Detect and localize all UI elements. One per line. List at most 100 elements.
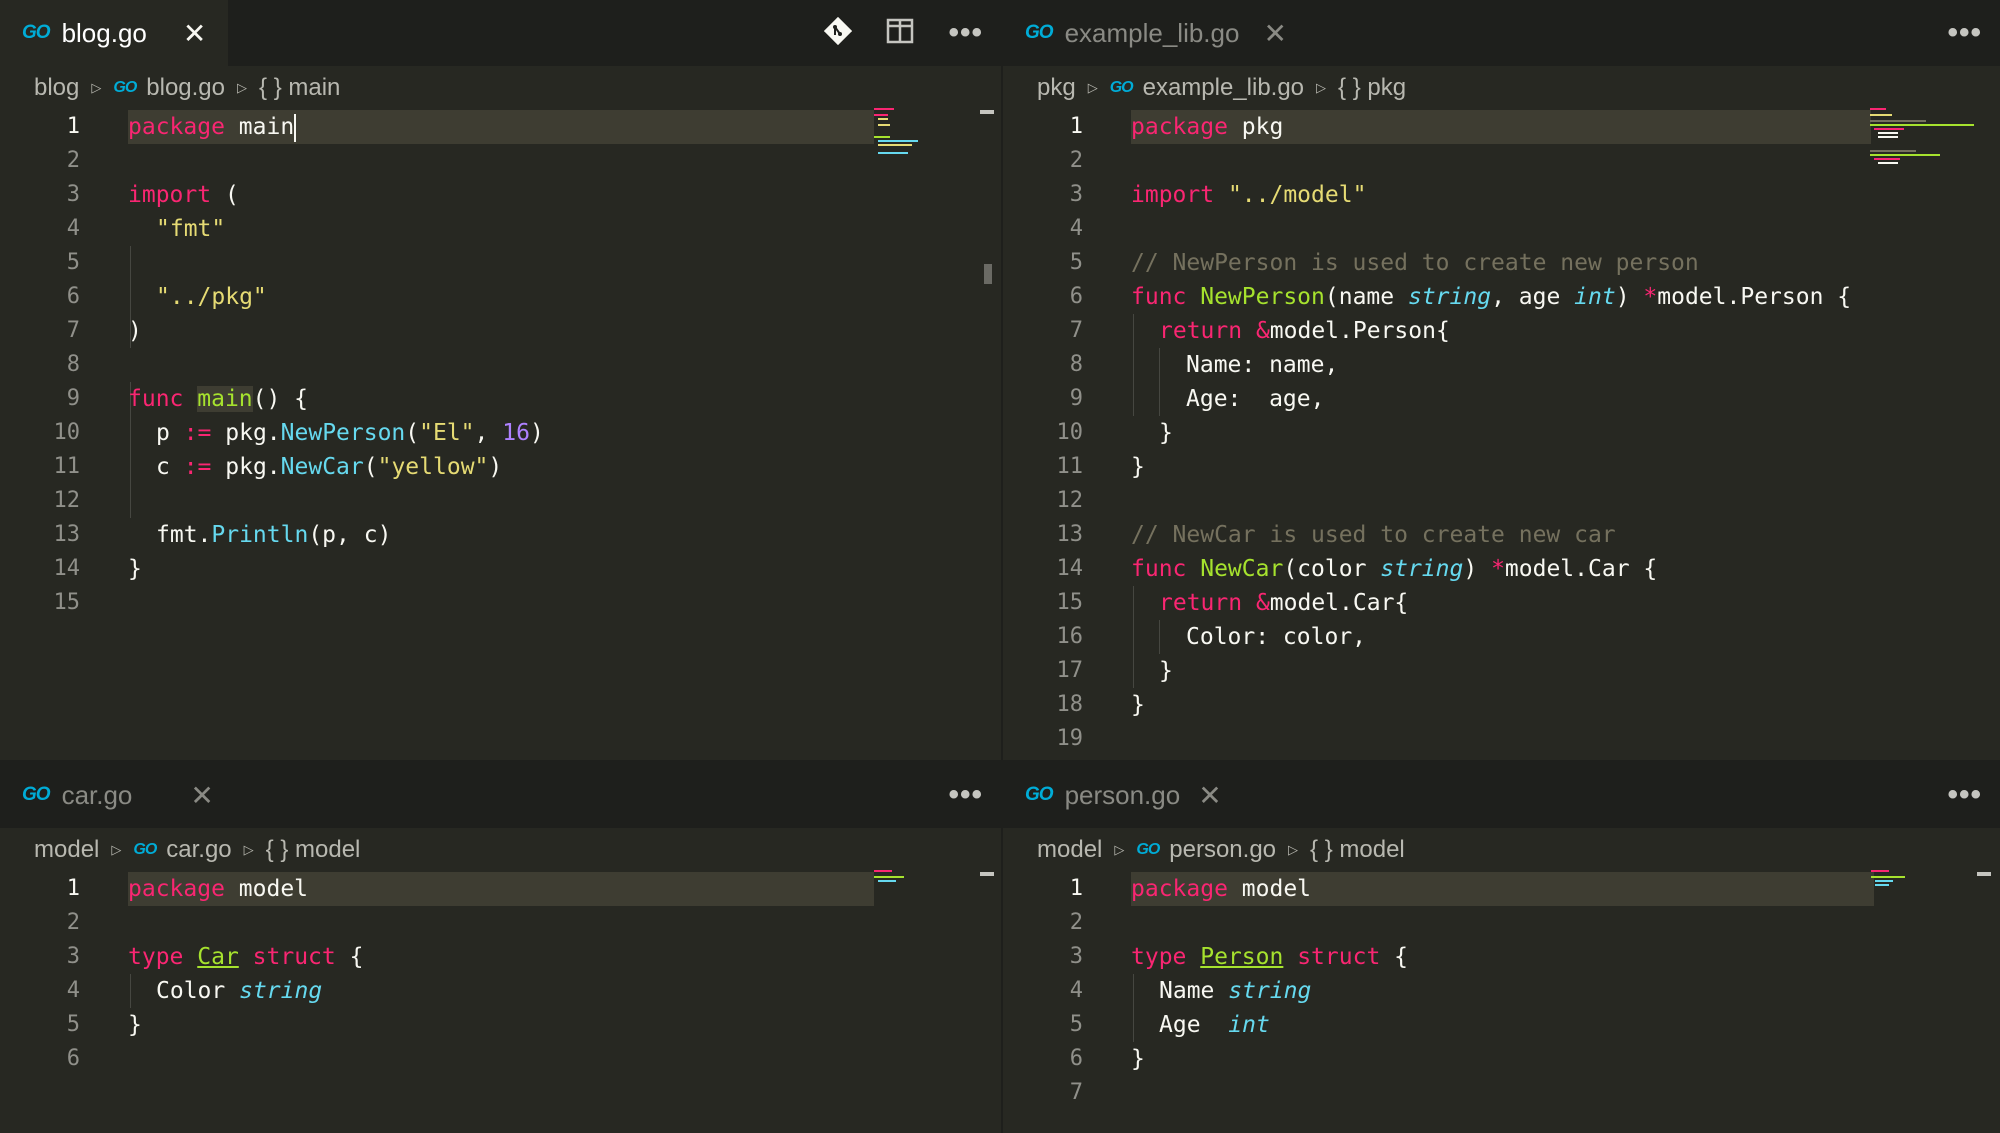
line-number: 11 [1056, 454, 1084, 479]
code-line: 1 package model [1003, 872, 2000, 906]
minimap[interactable] [874, 870, 914, 890]
line-number: 4 [1069, 216, 1083, 241]
line-number: 1 [1069, 114, 1083, 139]
code-line: 5 [0, 246, 1001, 280]
code-line: 4 [1003, 212, 2000, 246]
breadcrumb-folder[interactable]: model [34, 836, 99, 864]
split-editor-icon[interactable] [886, 18, 914, 49]
line-number: 7 [1069, 318, 1083, 343]
line-number: 3 [1069, 944, 1083, 969]
line-number: 18 [1056, 692, 1084, 717]
breadcrumb-file[interactable]: car.go [166, 836, 231, 864]
line-number: 5 [66, 250, 80, 275]
code-line: 9 Age: age, [1003, 382, 2000, 416]
tab-blog-go[interactable]: GO blog.go ✕ [0, 0, 228, 66]
code-text: Name string [1159, 978, 1312, 1004]
code-line: 3 type Person struct { [1003, 940, 2000, 974]
code-line: 9 func main() { [0, 382, 1001, 416]
code-line: 14} [0, 552, 1001, 586]
minimap[interactable] [1871, 870, 1911, 894]
more-actions-button[interactable]: ••• [1947, 16, 1982, 50]
code-line: 6} [1003, 1042, 2000, 1076]
code-text: p := pkg.NewPerson("El", 16) [156, 420, 544, 446]
code-line: 3 import "../model" [1003, 178, 2000, 212]
code-editor[interactable]: 1 package model 2 3 type Car struct { 4 Col… [0, 872, 1001, 1133]
more-actions-button[interactable]: ••• [1947, 778, 1982, 812]
breadcrumb-folder[interactable]: blog [34, 74, 79, 102]
breadcrumb-symbol[interactable]: { } pkg [1338, 74, 1406, 102]
more-actions-button[interactable]: ••• [948, 778, 983, 812]
chevron-right-icon: ▷ [237, 80, 248, 95]
scrollbar[interactable] [984, 264, 992, 284]
breadcrumb-file[interactable]: example_lib.go [1143, 74, 1304, 102]
breadcrumb-symbol[interactable]: { } main [259, 74, 340, 102]
code-text: package model [1131, 876, 1312, 902]
breadcrumb-folder[interactable]: pkg [1037, 74, 1076, 102]
line-number: 2 [66, 910, 80, 935]
code-line: 5 // NewPerson is used to create new pers… [1003, 246, 2000, 280]
line-number: 6 [1069, 1046, 1083, 1071]
close-icon[interactable]: ✕ [183, 17, 206, 50]
editor-actions: ••• [1947, 762, 1982, 828]
code-text: } [1159, 658, 1173, 684]
git-compare-icon[interactable] [824, 16, 853, 50]
code-text: } [1131, 1046, 1145, 1072]
close-icon[interactable]: ✕ [190, 779, 213, 812]
code-line: 10} [1003, 416, 2000, 450]
go-file-icon: GO [113, 79, 137, 96]
close-icon[interactable]: ✕ [1263, 17, 1286, 50]
code-line: 3 type Car struct { [0, 940, 1001, 974]
line-number: 9 [66, 386, 80, 411]
go-file-icon: GO [1025, 784, 1054, 805]
chevron-right-icon: ▷ [1288, 842, 1299, 857]
code-line: 3 import ( [0, 178, 1001, 212]
code-comment: // NewCar is used to create new car [1131, 522, 1616, 548]
code-text: } [128, 556, 142, 582]
line-number: 7 [1069, 1080, 1083, 1105]
breadcrumb-symbol[interactable]: { } model [266, 836, 361, 864]
line-number: 2 [1069, 148, 1083, 173]
tab-person-go[interactable]: GO person.go ✕ [1003, 762, 1233, 828]
code-text: } [128, 1012, 142, 1038]
code-line: 4 Name string [1003, 974, 2000, 1008]
code-editor[interactable]: 1 package pkg 2 3 import "../model" 4 5 // … [1003, 110, 2000, 760]
breadcrumb-folder[interactable]: model [1037, 836, 1102, 864]
code-line: 4 Color string [0, 974, 1001, 1008]
code-text: Color: color, [1186, 624, 1367, 650]
tab-car-go[interactable]: GO car.go ✕ [0, 762, 228, 828]
text-cursor [294, 113, 297, 142]
line-number: 17 [1056, 658, 1084, 683]
line-number: 3 [66, 182, 80, 207]
code-line: 6 func NewPerson(name string, age int) *m… [1003, 280, 2000, 314]
pane-divider-horizontal[interactable] [0, 760, 2000, 762]
code-line: 7) [0, 314, 1001, 348]
code-line: 15 [0, 586, 1001, 620]
minimap[interactable] [874, 108, 934, 168]
code-text: Color string [156, 978, 323, 1004]
code-line: 2 [1003, 906, 2000, 940]
code-text: Age int [1159, 1012, 1270, 1038]
code-text: ) [128, 318, 142, 344]
breadcrumb-symbol[interactable]: { } model [1310, 836, 1405, 864]
line-number: 7 [66, 318, 80, 343]
code-line: 17} [1003, 654, 2000, 688]
code-editor[interactable]: 1 package main 2 3 import ( 4 "fmt" 5 6 "../… [0, 110, 1001, 760]
code-line: 6 "../pkg" [0, 280, 1001, 314]
close-icon[interactable]: ✕ [1198, 779, 1221, 812]
go-file-icon: GO [133, 841, 157, 858]
code-text: package main [128, 113, 297, 142]
minimap[interactable] [1870, 108, 1980, 178]
breadcrumb-file[interactable]: blog.go [146, 74, 225, 102]
breadcrumb-file[interactable]: person.go [1169, 836, 1276, 864]
code-editor[interactable]: 1 package model 2 3 type Person struct { 4… [1003, 872, 2000, 1133]
tab-example-lib-go[interactable]: GO example_lib.go ✕ [1003, 0, 1293, 66]
code-line: 2 [0, 906, 1001, 940]
code-text: func main() { [128, 386, 309, 412]
code-text: import ( [128, 182, 239, 208]
tab-label: example_lib.go [1064, 17, 1240, 48]
line-number: 19 [1056, 726, 1084, 751]
code-line: 19 [1003, 722, 2000, 756]
more-actions-button[interactable]: ••• [948, 16, 983, 50]
pane-divider-vertical[interactable] [1001, 0, 1003, 1133]
tab-bar: GO person.go ✕ ••• [1003, 762, 2000, 828]
